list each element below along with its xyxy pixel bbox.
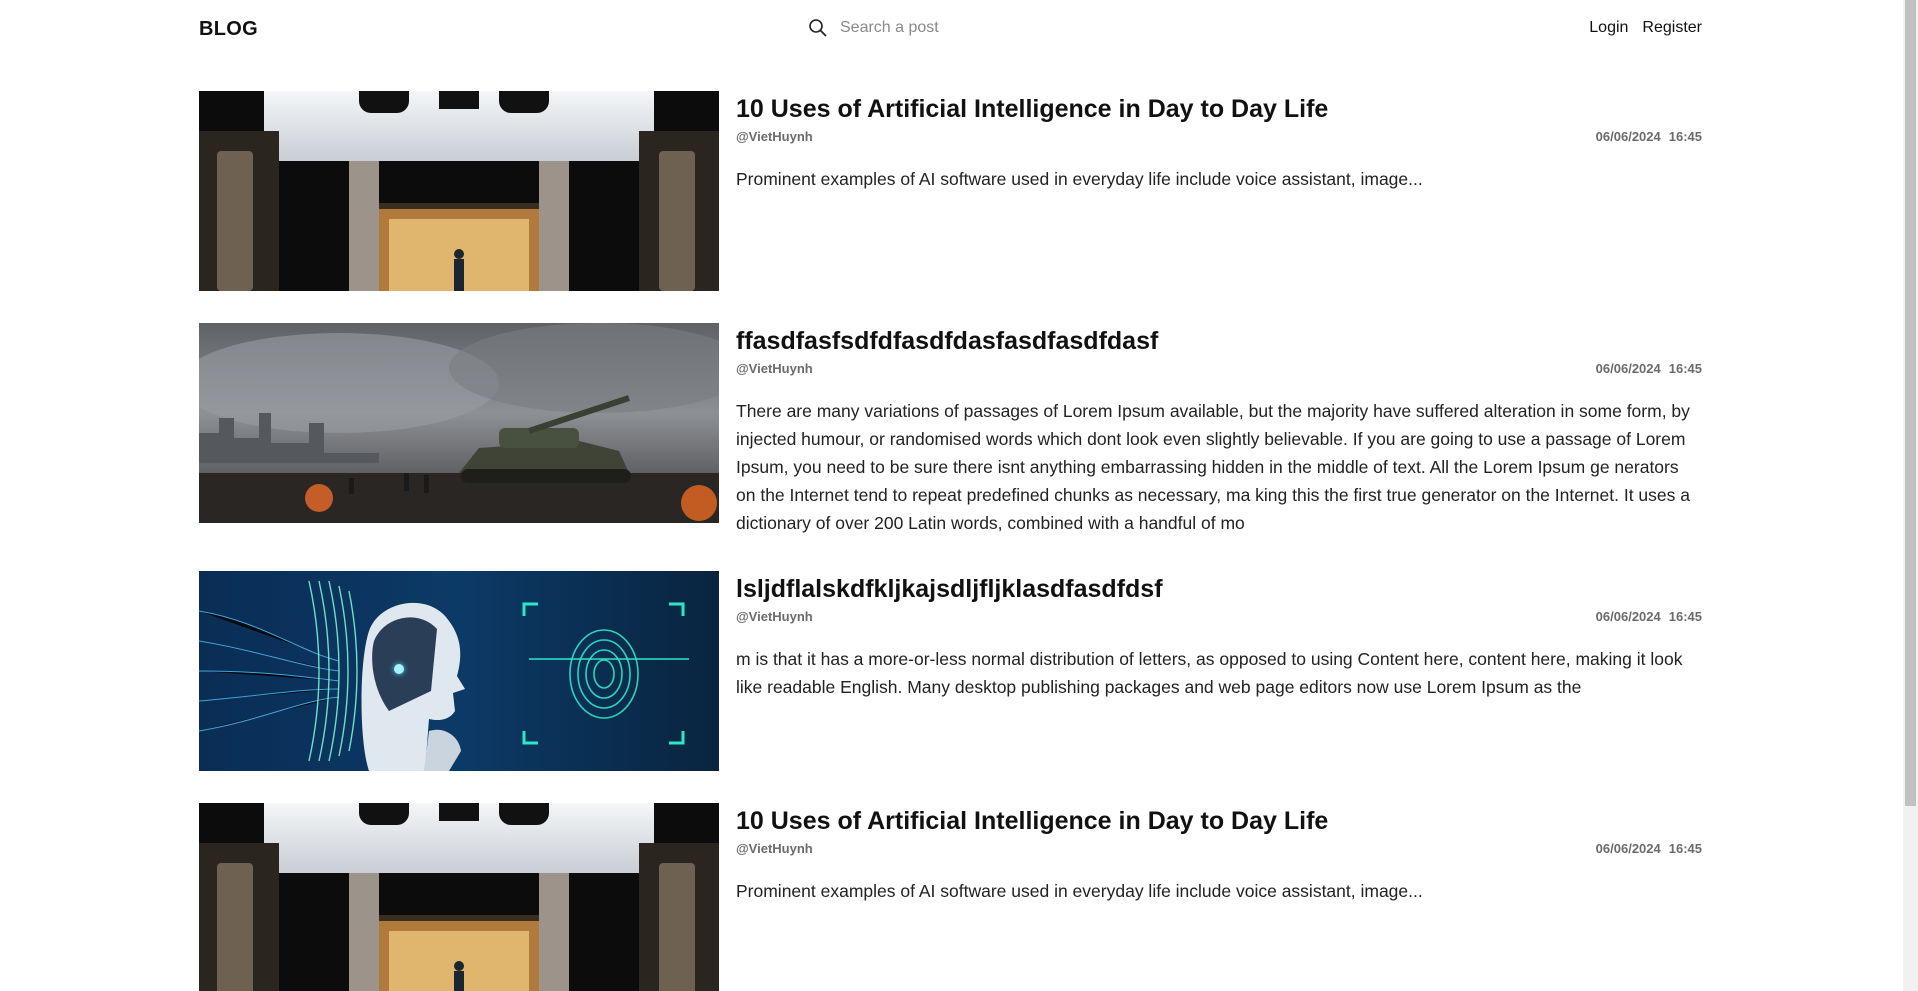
vertical-scrollbar[interactable] xyxy=(1903,0,1918,991)
post-time: 16:45 xyxy=(1668,841,1702,856)
post-excerpt: m is that it has a more-or-less normal d… xyxy=(736,649,1683,697)
post-date: 06/06/2024 xyxy=(1595,609,1661,624)
post-title[interactable]: ffasdfasfsdfdfasdfdasfasdfasdfdasf xyxy=(736,325,1702,357)
post-meta: @VietHuynh 06/06/2024 16:45 xyxy=(736,841,1702,861)
post-excerpt: There are many variations of passages of… xyxy=(736,401,1690,533)
post-time: 16:45 xyxy=(1668,609,1702,624)
post-timestamp: 06/06/2024 16:45 xyxy=(1596,841,1702,856)
building-entrance-image xyxy=(199,803,719,991)
search-bar xyxy=(808,18,1100,38)
post-excerpt: Prominent examples of AI software used i… xyxy=(736,881,1423,901)
post-title[interactable]: lsljdflalskdfkljkajsdljfljklasdfasdfdsf xyxy=(736,573,1702,605)
post-timestamp: 06/06/2024 16:45 xyxy=(1596,609,1702,624)
post-author[interactable]: @VietHuynh xyxy=(736,609,813,624)
post-meta: @VietHuynh 06/06/2024 16:45 xyxy=(736,129,1702,149)
post-content: 10 Uses of Artificial Intelligence in Da… xyxy=(736,803,1702,923)
post-title[interactable]: 10 Uses of Artificial Intelligence in Da… xyxy=(736,93,1702,125)
post-author[interactable]: @VietHuynh xyxy=(736,841,813,856)
post-timestamp: 06/06/2024 16:45 xyxy=(1596,129,1702,144)
auth-links: Login Register xyxy=(1589,19,1702,37)
tank-battlefield-image xyxy=(199,323,719,523)
post-thumbnail[interactable] xyxy=(199,91,719,291)
search-icon[interactable] xyxy=(808,18,828,38)
post-date: 06/06/2024 xyxy=(1595,129,1661,144)
post-excerpt: Prominent examples of AI software used i… xyxy=(736,169,1423,189)
post-meta: @VietHuynh 06/06/2024 16:45 xyxy=(736,361,1702,381)
site-header: BLOG Login Register xyxy=(199,0,1702,60)
search-input[interactable] xyxy=(840,19,1100,37)
post-meta: @VietHuynh 06/06/2024 16:45 xyxy=(736,609,1702,629)
blog-logo[interactable]: BLOG xyxy=(199,18,258,41)
post-content: lsljdflalskdfkljkajsdljfljklasdfasdfdsf … xyxy=(736,571,1702,719)
scrollbar-thumb[interactable] xyxy=(1905,0,1916,806)
post-thumbnail[interactable] xyxy=(199,803,719,991)
post-thumbnail[interactable] xyxy=(199,571,719,771)
post-time: 16:45 xyxy=(1668,129,1702,144)
post-content: ffasdfasfsdfdfasdfdasfasdfasdfdasf @Viet… xyxy=(736,323,1702,555)
register-link[interactable]: Register xyxy=(1642,19,1702,37)
building-entrance-image xyxy=(199,91,719,291)
post-author[interactable]: @VietHuynh xyxy=(736,361,813,376)
post-author[interactable]: @VietHuynh xyxy=(736,129,813,144)
post-date: 06/06/2024 xyxy=(1595,841,1661,856)
login-link[interactable]: Login xyxy=(1589,19,1628,37)
post-thumbnail[interactable] xyxy=(199,323,719,523)
post-timestamp: 06/06/2024 16:45 xyxy=(1596,361,1702,376)
post-content: 10 Uses of Artificial Intelligence in Da… xyxy=(736,91,1702,211)
post-title[interactable]: 10 Uses of Artificial Intelligence in Da… xyxy=(736,805,1702,837)
post-time: 16:45 xyxy=(1668,361,1702,376)
ai-robot-fingerprint-image xyxy=(199,571,719,771)
post-date: 06/06/2024 xyxy=(1595,361,1661,376)
